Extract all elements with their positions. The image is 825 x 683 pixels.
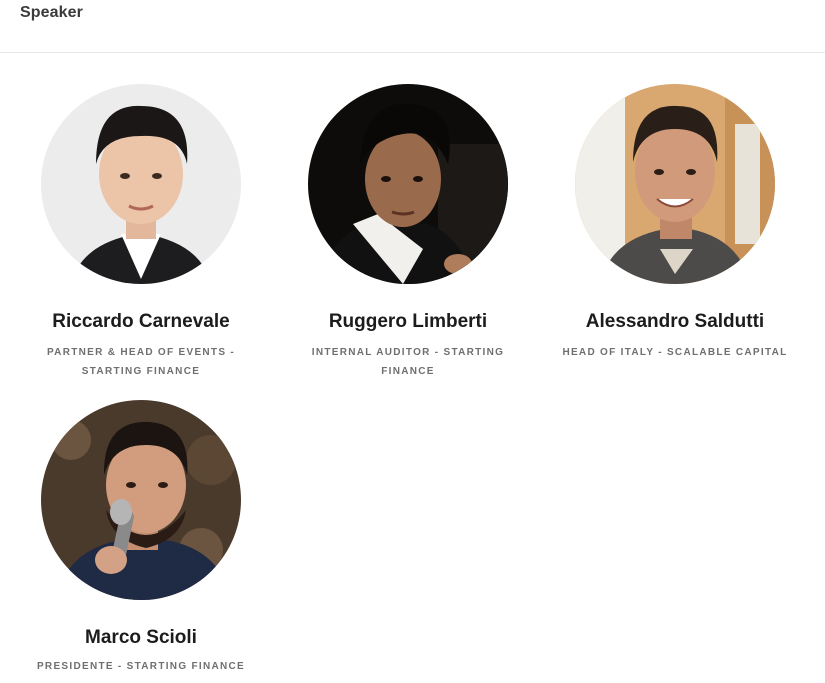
speaker-photo-icon xyxy=(41,400,241,600)
speaker-name: Marco Scioli xyxy=(85,627,197,648)
speaker-role: INTERNAL AUDITOR - STARTING FINANCE xyxy=(311,347,505,377)
speaker-photo-icon xyxy=(308,84,508,284)
section-header: Speaker xyxy=(0,0,825,53)
speaker-avatar[interactable] xyxy=(41,400,241,600)
speaker-avatar[interactable] xyxy=(41,84,241,284)
speaker-name: Ruggero Limberti xyxy=(328,311,488,332)
speaker-avatar[interactable] xyxy=(575,84,775,284)
section-title: Speaker xyxy=(20,4,83,21)
speaker-role: HEAD OF ITALY - SCALABLE CAPITAL xyxy=(562,347,788,358)
speaker-card: Marco Scioli PRESIDENTE - STARTING FINAN… xyxy=(7,400,275,676)
speaker-name: Alessandro Saldutti xyxy=(585,311,765,332)
speaker-card: Ruggero Limberti INTERNAL AUDITOR - STAR… xyxy=(274,84,542,381)
speaker-role: PARTNER & HEAD OF EVENTS - STARTING FINA… xyxy=(46,347,236,377)
speaker-photo-icon xyxy=(41,84,241,284)
speaker-card: Alessandro Saldutti HEAD OF ITALY - SCAL… xyxy=(541,84,809,362)
speaker-photo-icon xyxy=(575,84,775,284)
speaker-role: PRESIDENTE - STARTING FINANCE xyxy=(36,661,246,672)
speaker-name: Riccardo Carnevale xyxy=(52,311,230,332)
speaker-avatar[interactable] xyxy=(308,84,508,284)
speaker-card: Riccardo Carnevale PARTNER & HEAD OF EVE… xyxy=(7,84,275,381)
